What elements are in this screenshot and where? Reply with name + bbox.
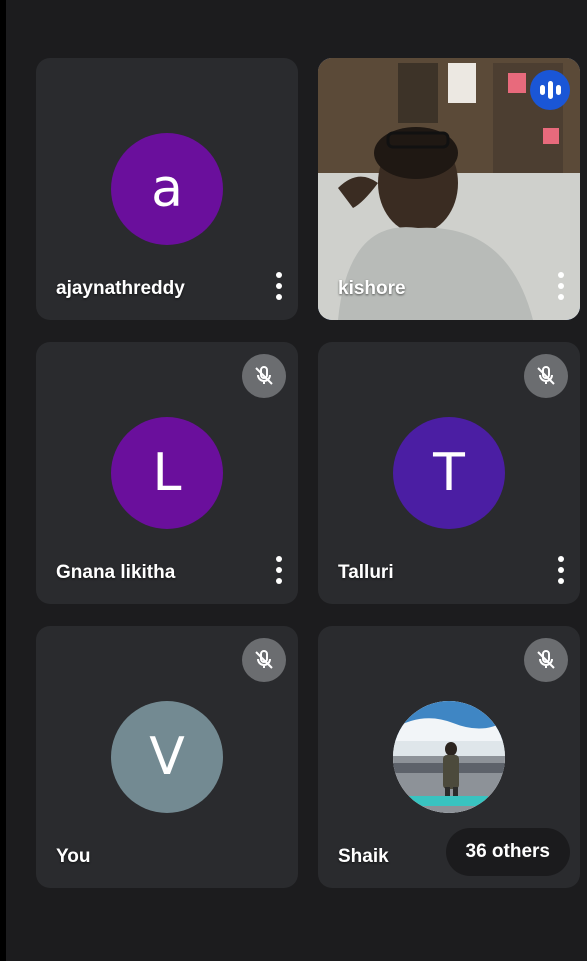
participant-name: kishore [338, 278, 406, 299]
more-options-icon[interactable] [556, 272, 566, 300]
avatar: V [111, 701, 223, 813]
participant-tile-shaik[interactable]: Shaik 36 others [318, 626, 580, 888]
mic-off-icon [524, 638, 568, 682]
avatar: T [393, 417, 505, 529]
mic-off-icon [524, 354, 568, 398]
participant-tile-gnana-likitha[interactable]: L Gnana likitha [36, 342, 298, 604]
audio-bars-icon [530, 70, 570, 110]
participant-name: Talluri [338, 562, 394, 583]
more-options-icon[interactable] [556, 556, 566, 584]
avatar: a [111, 133, 223, 245]
meeting-grid: a ajaynathreddy kishore L Gnana likitha … [6, 0, 587, 961]
mic-off-icon [242, 354, 286, 398]
participant-name: ajaynathreddy [56, 278, 185, 299]
avatar: L [111, 417, 223, 529]
participant-name: You [56, 846, 91, 867]
participant-tile-you[interactable]: V You [36, 626, 298, 888]
participant-tile-talluri[interactable]: T Talluri [318, 342, 580, 604]
participant-tile-ajaynathreddy[interactable]: a ajaynathreddy [36, 58, 298, 320]
avatar-photo [393, 701, 505, 813]
more-options-icon[interactable] [274, 556, 284, 584]
participant-tile-kishore[interactable]: kishore [318, 58, 580, 320]
participant-name: Shaik [338, 846, 389, 867]
participant-name: Gnana likitha [56, 562, 176, 583]
others-button[interactable]: 36 others [445, 828, 570, 876]
mic-off-icon [242, 638, 286, 682]
more-options-icon[interactable] [274, 272, 284, 300]
